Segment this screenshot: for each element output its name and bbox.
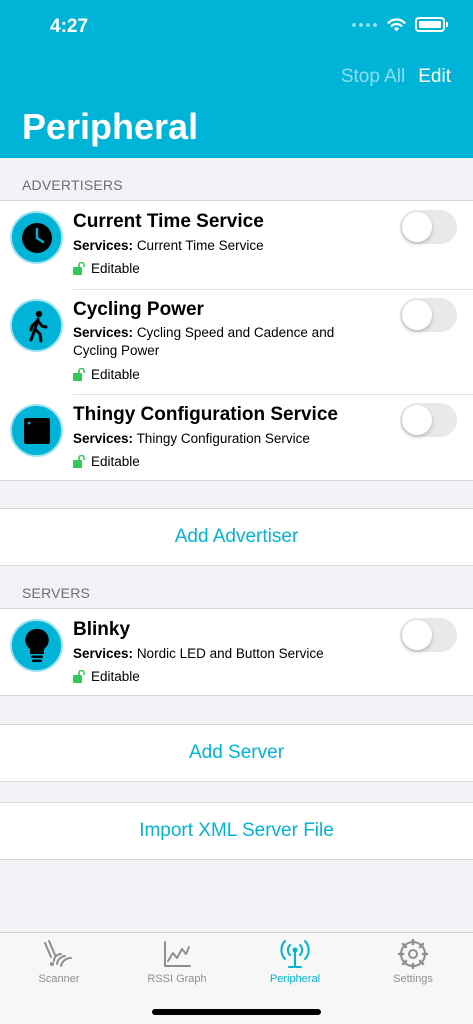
advertiser-title: Cycling Power bbox=[73, 299, 204, 320]
server-title: Blinky bbox=[73, 619, 131, 640]
unlocked-icon bbox=[73, 670, 85, 683]
tab-settings[interactable]: Settings bbox=[354, 939, 472, 985]
navigation-header: 4:27 Stop All Edit Peripheral bbox=[0, 0, 473, 158]
advertiser-row-thingy-configuration[interactable]: Thingy Configuration Service Services: T… bbox=[0, 394, 473, 481]
server-row-blinky[interactable]: Blinky Services: Nordic LED and Button S… bbox=[0, 609, 473, 695]
clock-icon bbox=[10, 211, 63, 264]
servers-section-label: SERVERS bbox=[22, 585, 91, 601]
tab-label: Peripheral bbox=[269, 973, 321, 985]
add-server-button[interactable]: Add Server bbox=[0, 724, 473, 782]
cellular-signal-icon bbox=[352, 22, 377, 27]
advertiser-title: Current Time Service bbox=[73, 211, 264, 232]
add-advertiser-button[interactable]: Add Advertiser bbox=[0, 508, 473, 566]
tab-peripheral[interactable]: Peripheral bbox=[236, 939, 354, 985]
advertisers-section-label: ADVERTISERS bbox=[22, 177, 123, 193]
advertiser-services: Services: Thingy Configuration Service bbox=[73, 431, 310, 446]
tab-label: RSSI Graph bbox=[147, 973, 207, 985]
gear-icon bbox=[398, 939, 428, 969]
tab-rssi-graph[interactable]: RSSI Graph bbox=[118, 939, 236, 985]
advertiser-title: Thingy Configuration Service bbox=[73, 404, 338, 425]
tab-label: Settings bbox=[393, 973, 433, 985]
advertiser-services: Services: Current Time Service bbox=[73, 238, 264, 253]
advertisers-list: Current Time Service Services: Current T… bbox=[0, 200, 473, 481]
tab-label: Scanner bbox=[38, 973, 80, 985]
advertiser-row-current-time[interactable]: Current Time Service Services: Current T… bbox=[0, 201, 473, 289]
status-time: 4:27 bbox=[50, 16, 89, 37]
advertiser-toggle[interactable] bbox=[400, 210, 457, 244]
advertiser-row-cycling-power[interactable]: Cycling Power Services: Cycling Speed an… bbox=[0, 289, 473, 394]
servers-list: Blinky Services: Nordic LED and Button S… bbox=[0, 608, 473, 696]
editable-status: Editable bbox=[73, 261, 140, 276]
tab-scanner[interactable]: Scanner bbox=[0, 939, 118, 985]
editable-status: Editable bbox=[73, 669, 140, 684]
battery-icon bbox=[415, 17, 448, 32]
editable-status: Editable bbox=[73, 454, 140, 469]
wifi-icon bbox=[387, 17, 406, 31]
edit-button[interactable]: Edit bbox=[418, 66, 451, 88]
advertiser-toggle[interactable] bbox=[400, 403, 457, 437]
editable-status: Editable bbox=[73, 367, 140, 382]
advertiser-services: Services: Cycling Speed and Cadence and … bbox=[73, 325, 335, 358]
status-icons bbox=[352, 17, 448, 32]
server-services: Services: Nordic LED and Button Service bbox=[73, 646, 324, 661]
home-indicator bbox=[152, 1009, 321, 1015]
stop-all-button[interactable]: Stop All bbox=[341, 66, 405, 88]
advertiser-toggle[interactable] bbox=[400, 298, 457, 332]
scanner-icon bbox=[44, 940, 72, 967]
import-xml-server-file-button[interactable]: Import XML Server File bbox=[0, 802, 473, 860]
antenna-icon bbox=[280, 940, 310, 968]
square-icon bbox=[10, 404, 63, 457]
page-title: Peripheral bbox=[22, 106, 199, 147]
unlocked-icon bbox=[73, 455, 85, 468]
unlocked-icon bbox=[73, 368, 85, 381]
walking-person-icon bbox=[10, 299, 63, 352]
server-toggle[interactable] bbox=[400, 618, 457, 652]
unlocked-icon bbox=[73, 262, 85, 275]
light-bulb-icon bbox=[10, 619, 63, 672]
graph-icon bbox=[164, 941, 191, 967]
